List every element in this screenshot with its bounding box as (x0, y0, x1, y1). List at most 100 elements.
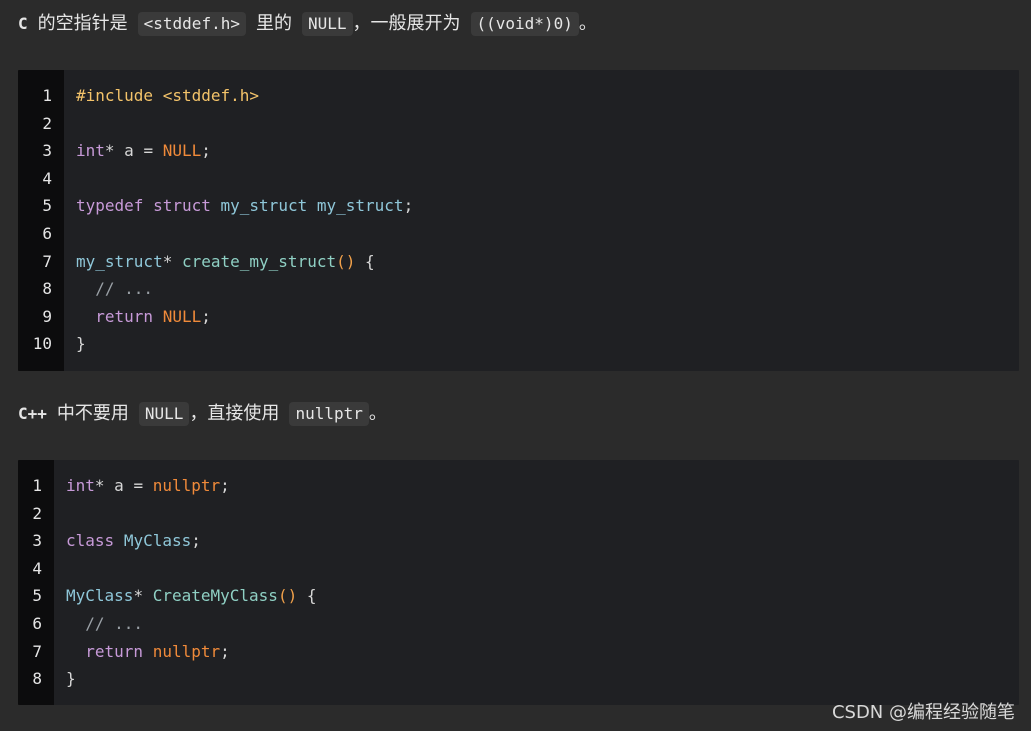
code-token: () (336, 251, 356, 271)
code-line: ​ (76, 110, 413, 138)
para2-text-end: 。 (368, 403, 387, 424)
code-token: typedef (76, 196, 144, 216)
lang-label-cpp: C++ (18, 404, 47, 423)
code-line: ​ (76, 165, 413, 193)
code-token: ; (201, 141, 211, 161)
code-line: MyClass* CreateMyClass() { (66, 582, 316, 610)
code-token: () (277, 586, 298, 606)
code-token: ; (220, 641, 230, 661)
line-number: 5 (32, 586, 42, 606)
code-token: MyClass (66, 586, 134, 606)
inline-code-void-zero: ((void*)0) (470, 12, 579, 36)
code-line: int* a = NULL; (76, 137, 413, 165)
line-number: 8 (32, 669, 42, 689)
line-number: 5 (42, 196, 52, 216)
code-token: NULL (162, 306, 202, 326)
code-token: return (95, 306, 154, 326)
line-number: 1 (32, 476, 42, 495)
line-number-gutter: 1 2 3 4 5 6 7 8 9 10 (18, 70, 64, 371)
para1-text-expands: ，一般展开为 (352, 13, 461, 34)
line-number: 4 (32, 558, 42, 578)
line-number: 3 (42, 141, 52, 161)
code-token: my_struct (76, 251, 163, 271)
code-line: ​ (66, 555, 316, 583)
code-line: } (66, 665, 316, 693)
line-number: 2 (32, 503, 42, 523)
code-token: CreateMyClass (152, 586, 278, 606)
inline-code-stddef: 的空指针是 (37, 13, 128, 34)
code-token: * a = (94, 476, 153, 495)
para2-text-use-directly: ，直接使用 (189, 403, 280, 424)
code-token: * (133, 586, 153, 606)
code-token: MyClass (123, 531, 192, 551)
code-line: #include <stddef.h> (76, 82, 413, 110)
code-line: int* a = nullptr; (66, 472, 316, 500)
paragraph-cpp-nullptr: C++ 中不要用 NULL ，直接使用 nullptr 。 (18, 402, 1019, 426)
code-token: int (66, 476, 95, 495)
code-line: ​ (76, 220, 413, 248)
para1-text-li-de: 里的 (255, 13, 292, 34)
code-token: struct (153, 196, 211, 216)
code-content[interactable]: int* a = nullptr;​class MyClass;​MyClass… (54, 460, 328, 705)
code-token: { (355, 251, 375, 271)
code-token: my_struct (220, 196, 308, 216)
code-line: my_struct* create_my_struct() { (76, 248, 413, 276)
code-token: * a = (104, 141, 163, 161)
line-number: 3 (32, 531, 42, 551)
inline-code-null: NULL (138, 402, 190, 426)
code-token: return (85, 641, 144, 661)
code-token: // ... (76, 279, 154, 299)
code-token: my_struct (316, 196, 404, 216)
code-content[interactable]: #include <stddef.h>​int* a = NULL;​typed… (64, 70, 425, 371)
code-token: } (76, 334, 86, 354)
code-token: int (76, 141, 105, 161)
code-token: nullptr (152, 476, 221, 495)
code-line: } (76, 330, 413, 358)
code-line: class MyClass; (66, 527, 316, 555)
inline-code-nullptr: nullptr (289, 402, 369, 426)
code-line: // ... (66, 610, 316, 638)
code-line: return nullptr; (66, 638, 316, 666)
code-token: } (66, 669, 76, 689)
paragraph-c-null: C 的空指针是 <stddef.h> 里的 NULL ，一般展开为 ((void… (18, 12, 1019, 36)
code-token: NULL (162, 141, 202, 161)
code-token: ; (191, 531, 201, 551)
para1-text-end: 。 (578, 13, 597, 34)
watermark: CSDN @编程经验随笔 (831, 702, 1015, 723)
line-number: 7 (42, 251, 52, 271)
code-line: return NULL; (76, 303, 413, 331)
line-number: 1 (42, 86, 52, 105)
code-block-cpp: 12345678 int* a = nullptr;​class MyClass… (18, 460, 1019, 705)
line-number: 6 (32, 613, 42, 633)
code-line: ​ (66, 500, 316, 528)
code-token: { (297, 586, 317, 606)
line-number: 8 (42, 279, 52, 299)
code-token: ; (201, 306, 211, 326)
code-token: create_my_struct (181, 251, 337, 271)
inline-code-stddef-header: <stddef.h> (137, 12, 246, 36)
lang-label-c: C (18, 14, 28, 33)
code-block-c: 12345678910 #include <stddef.h>​int* a =… (18, 70, 1019, 371)
line-number: 6 (42, 223, 52, 243)
code-token: // ... (66, 613, 144, 633)
code-token: ; (220, 476, 230, 495)
line-number: 4 (42, 168, 52, 188)
code-token: class (66, 531, 115, 551)
line-number: 10 (32, 334, 52, 354)
inline-code-null: NULL (301, 12, 353, 36)
code-token: nullptr (152, 641, 221, 661)
code-token: * (162, 251, 182, 271)
code-line: typedef struct my_struct my_struct; (76, 192, 413, 220)
code-token: ; (403, 196, 414, 216)
line-number: 7 (32, 641, 42, 661)
line-number: 9 (42, 306, 52, 326)
code-token: #include <stddef.h> (76, 86, 260, 105)
